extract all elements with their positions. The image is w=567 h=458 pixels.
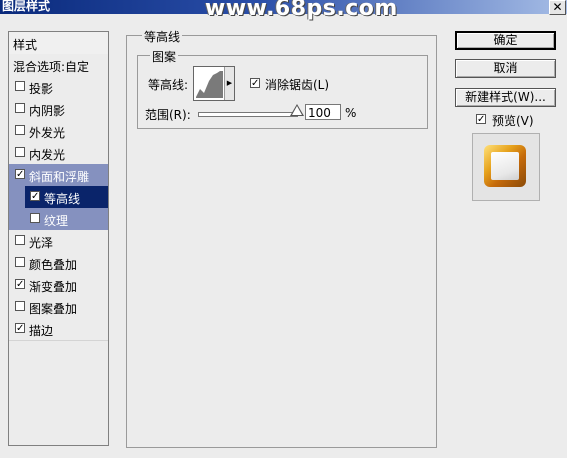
contour-label: 等高线: <box>148 78 189 92</box>
style-item[interactable]: 纹理 <box>9 208 108 231</box>
style-item-checkbox[interactable] <box>15 81 25 91</box>
range-input[interactable]: 100 <box>305 104 341 120</box>
style-item[interactable]: 外发光 <box>9 120 108 143</box>
preview-checkbox[interactable]: ✓ <box>476 114 486 125</box>
styles-header[interactable]: 样式 <box>9 32 108 55</box>
style-item[interactable]: ✓ 渐变叠加 <box>9 274 108 297</box>
range-slider-track[interactable] <box>198 112 298 117</box>
style-item-checkbox[interactable]: ✓ <box>15 323 25 334</box>
style-item-checkbox[interactable] <box>15 103 25 113</box>
range-slider-thumb-fill <box>292 106 302 115</box>
dropdown-arrow-icon[interactable]: ▶ <box>224 67 234 100</box>
range-unit: % <box>345 106 357 120</box>
style-item[interactable]: 颜色叠加 <box>9 252 108 275</box>
ok-button[interactable]: 确定 <box>455 31 556 50</box>
style-preview <box>472 133 540 201</box>
pattern-subgroup-title: 图案 <box>150 48 179 65</box>
close-button[interactable]: ✕ <box>549 0 566 15</box>
style-item-checkbox[interactable] <box>15 257 25 267</box>
style-item-label: 混合选项:自定 <box>13 60 90 74</box>
style-item-label: 等高线 <box>44 192 81 206</box>
close-icon: ✕ <box>552 0 563 14</box>
style-item-label: 投影 <box>29 82 54 96</box>
antialias-checkbox[interactable]: ✓ <box>250 78 260 89</box>
style-item-checkbox[interactable]: ✓ <box>30 191 40 202</box>
style-item-label: 斜面和浮雕 <box>29 170 90 184</box>
style-item-checkbox[interactable] <box>15 235 25 245</box>
window-title: 图层样式 <box>2 0 51 13</box>
new-style-button[interactable]: 新建样式(W)... <box>455 88 556 107</box>
styles-header-label: 样式 <box>13 38 38 52</box>
style-item-label: 颜色叠加 <box>29 258 78 272</box>
style-item-checkbox[interactable]: ✓ <box>15 279 25 290</box>
style-item[interactable]: ✓ 描边 <box>9 318 108 341</box>
style-item[interactable]: 内阴影 <box>9 98 108 121</box>
preview-swatch <box>484 145 526 187</box>
contour-preview-icon <box>196 71 223 98</box>
style-item[interactable]: 光泽 <box>9 230 108 253</box>
style-item[interactable]: 投影 <box>9 76 108 99</box>
style-item-checkbox[interactable] <box>30 213 40 223</box>
antialias-label: 消除锯齿(L) <box>265 78 330 92</box>
style-item-checkbox[interactable]: ✓ <box>15 169 25 180</box>
style-item-label: 描边 <box>29 324 54 338</box>
contour-group-title: 等高线 <box>142 28 183 45</box>
style-item-label: 外发光 <box>29 126 66 140</box>
preview-label: 预览(V) <box>492 114 534 128</box>
style-item[interactable]: ✓ 斜面和浮雕 <box>9 164 108 187</box>
contour-picker[interactable]: ▶ <box>193 66 235 101</box>
style-item[interactable]: ✓ 等高线 <box>9 186 108 209</box>
style-item-label: 内发光 <box>29 148 66 162</box>
style-item-label: 图案叠加 <box>29 302 78 316</box>
range-label: 范围(R): <box>145 108 191 122</box>
style-item-label: 光泽 <box>29 236 54 250</box>
style-item-label: 内阴影 <box>29 104 66 118</box>
style-item[interactable]: 图案叠加 <box>9 296 108 319</box>
preview-swatch-core <box>491 152 519 180</box>
watermark: www.68ps.com <box>205 0 398 21</box>
style-item-checkbox[interactable] <box>15 125 25 135</box>
style-item-label: 渐变叠加 <box>29 280 78 294</box>
style-item-label: 纹理 <box>44 214 69 228</box>
cancel-button[interactable]: 取消 <box>455 59 556 78</box>
style-item[interactable]: 内发光 <box>9 142 108 165</box>
title-bar: 图层样式 www.68ps.com ✕ <box>0 0 567 21</box>
style-item-checkbox[interactable] <box>15 301 25 311</box>
style-item[interactable]: 混合选项:自定 <box>9 54 108 77</box>
style-item-checkbox[interactable] <box>15 147 25 157</box>
